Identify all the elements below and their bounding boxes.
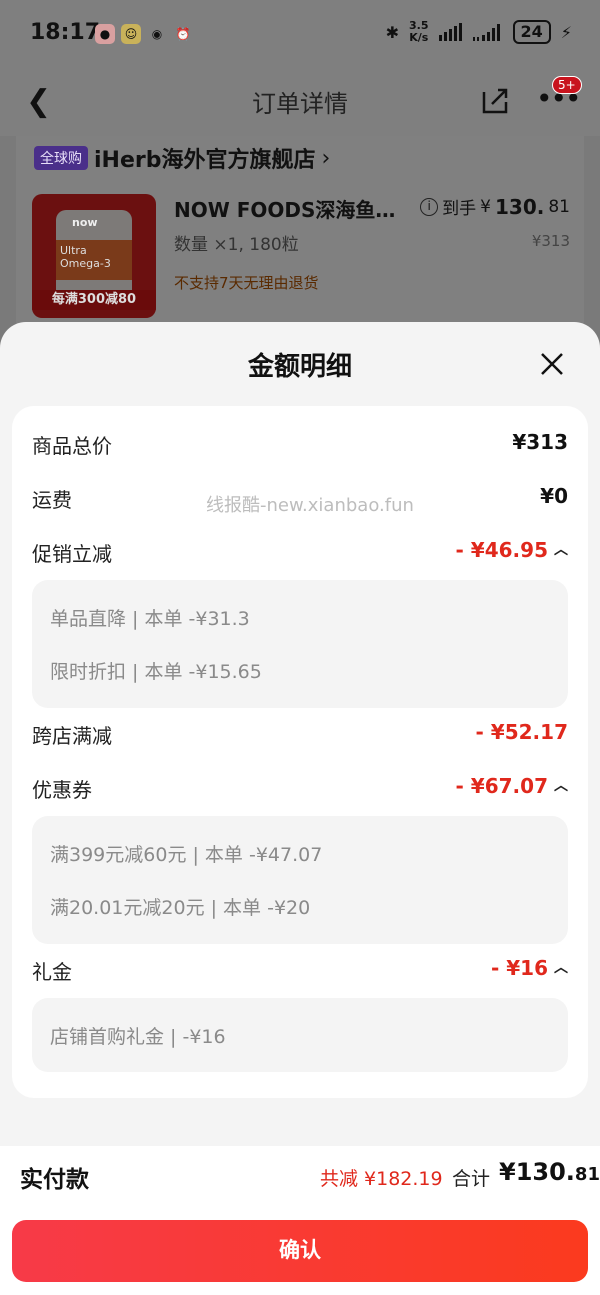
gift-money-row[interactable]: 礼金 - ¥16 ︿: [32, 956, 568, 986]
row-label: 礼金: [32, 960, 72, 984]
detail-line: 店铺首购礼金 | -¥16: [50, 1026, 226, 1048]
row-value: ¥0: [540, 484, 568, 508]
status-indicators: ✱ 3.5 K/s 24 ⚡: [386, 20, 572, 44]
total-reduction: 共减 ¥182.19: [320, 1168, 443, 1190]
row-value: - ¥46.95 ︿: [455, 538, 568, 562]
status-time: 18:17: [30, 20, 101, 45]
cross-store-row: 跨店满减 - ¥52.17: [32, 720, 568, 750]
product-brand: now: [72, 216, 98, 229]
row-value: ¥313: [512, 430, 568, 454]
row-label: 运费: [32, 488, 72, 512]
promotion-details: 单品直降 | 本单 -¥31.3 限时折扣 | 本单 -¥15.65: [32, 580, 568, 708]
status-bar: 18:17 ● ☺ ◉ ⏰ ✱ 3.5 K/s 24 ⚡: [0, 0, 600, 68]
notification-badge: 5+: [552, 76, 582, 94]
original-price: ¥313: [531, 232, 570, 250]
sheet-title: 金额明细: [247, 352, 352, 382]
app-notification-icon: ●: [95, 24, 115, 44]
info-icon[interactable]: i: [420, 197, 439, 216]
share-icon[interactable]: [480, 86, 510, 116]
row-value: - ¥16 ︿: [490, 956, 568, 980]
store-row[interactable]: 全球购 iHerb海外官方旗舰店 ›: [34, 142, 330, 174]
footer: 确认: [0, 1216, 600, 1295]
signal-icon: [472, 24, 500, 41]
nav-bar: ❮ 订单详情 ••• 5+: [0, 68, 600, 136]
global-purchase-tag: 全球购: [34, 146, 88, 170]
qq-icon: ◉: [151, 27, 163, 41]
signal-icon: [438, 23, 462, 41]
close-icon[interactable]: [538, 350, 566, 378]
store-name: iHerb海外官方旗舰店: [94, 148, 316, 173]
status-app-icons: ● ☺ ◉ ⏰: [95, 24, 193, 44]
row-label: 商品总价: [32, 434, 112, 458]
watermark: 线报酷-new.xianbao.fun: [206, 495, 414, 516]
payment-summary: 实付款 共减 ¥182.19 合计 ¥130.81: [0, 1146, 600, 1216]
row-label: 优惠券: [32, 778, 92, 802]
promotion-row[interactable]: 促销立减 - ¥46.95 ︿: [32, 538, 568, 568]
alarm-icon: ⏰: [175, 27, 191, 41]
detail-line: 满399元减60元 | 本单 -¥47.07: [50, 844, 323, 866]
total-label: 合计: [452, 1168, 491, 1190]
detail-line: 单品直降 | 本单 -¥31.3: [50, 608, 250, 630]
total-amount: ¥130.81: [499, 1158, 600, 1186]
battery-indicator: 24: [512, 20, 551, 44]
gift-details: 店铺首购礼金 | -¥16: [32, 998, 568, 1072]
detail-line: 限时折扣 | 本单 -¥15.65: [50, 661, 262, 683]
row-value: - ¥67.07 ︿: [455, 774, 568, 798]
product-name[interactable]: NOW FOODS深海鱼…: [174, 194, 395, 223]
return-policy: 不支持7天无理由退货: [174, 274, 319, 292]
row-label: 促销立减: [32, 542, 112, 566]
row-value: - ¥52.17: [475, 720, 568, 744]
product-promo-banner: 每满300减80: [32, 290, 156, 310]
detail-line: 满20.01元减20元 | 本单 -¥20: [50, 897, 311, 919]
app-notification-icon: ☺: [121, 24, 141, 44]
network-speed: 3.5 K/s: [409, 19, 429, 44]
chevron-up-icon[interactable]: ︿: [554, 539, 568, 559]
product-quantity: 数量 ×1, 180粒: [174, 235, 299, 255]
page-title: 订单详情: [252, 90, 348, 118]
actual-payment-label: 实付款: [20, 1167, 89, 1193]
coupon-details: 满399元减60元 | 本单 -¥47.07 满20.01元减20元 | 本单 …: [32, 816, 568, 944]
order-card: 全球购 iHerb海外官方旗舰店 › Ultra Omega-3 now 每满3…: [16, 136, 584, 336]
coupon-row[interactable]: 优惠券 - ¥67.07 ︿: [32, 774, 568, 804]
product-label: Ultra Omega-3: [56, 240, 132, 280]
final-price: i 到手 ¥130. 81: [420, 194, 570, 219]
bluetooth-icon: ✱: [385, 22, 399, 42]
row-label: 跨店满减: [32, 724, 112, 748]
charging-icon: ⚡: [560, 22, 572, 42]
product-image[interactable]: Ultra Omega-3 now 每满300减80: [32, 194, 156, 318]
confirm-button[interactable]: 确认: [12, 1220, 588, 1282]
chevron-up-icon[interactable]: ︿: [554, 957, 568, 977]
goods-total-row: 商品总价 ¥313: [32, 430, 568, 460]
chevron-right-icon: ›: [321, 145, 331, 171]
chevron-up-icon[interactable]: ︿: [554, 775, 568, 795]
